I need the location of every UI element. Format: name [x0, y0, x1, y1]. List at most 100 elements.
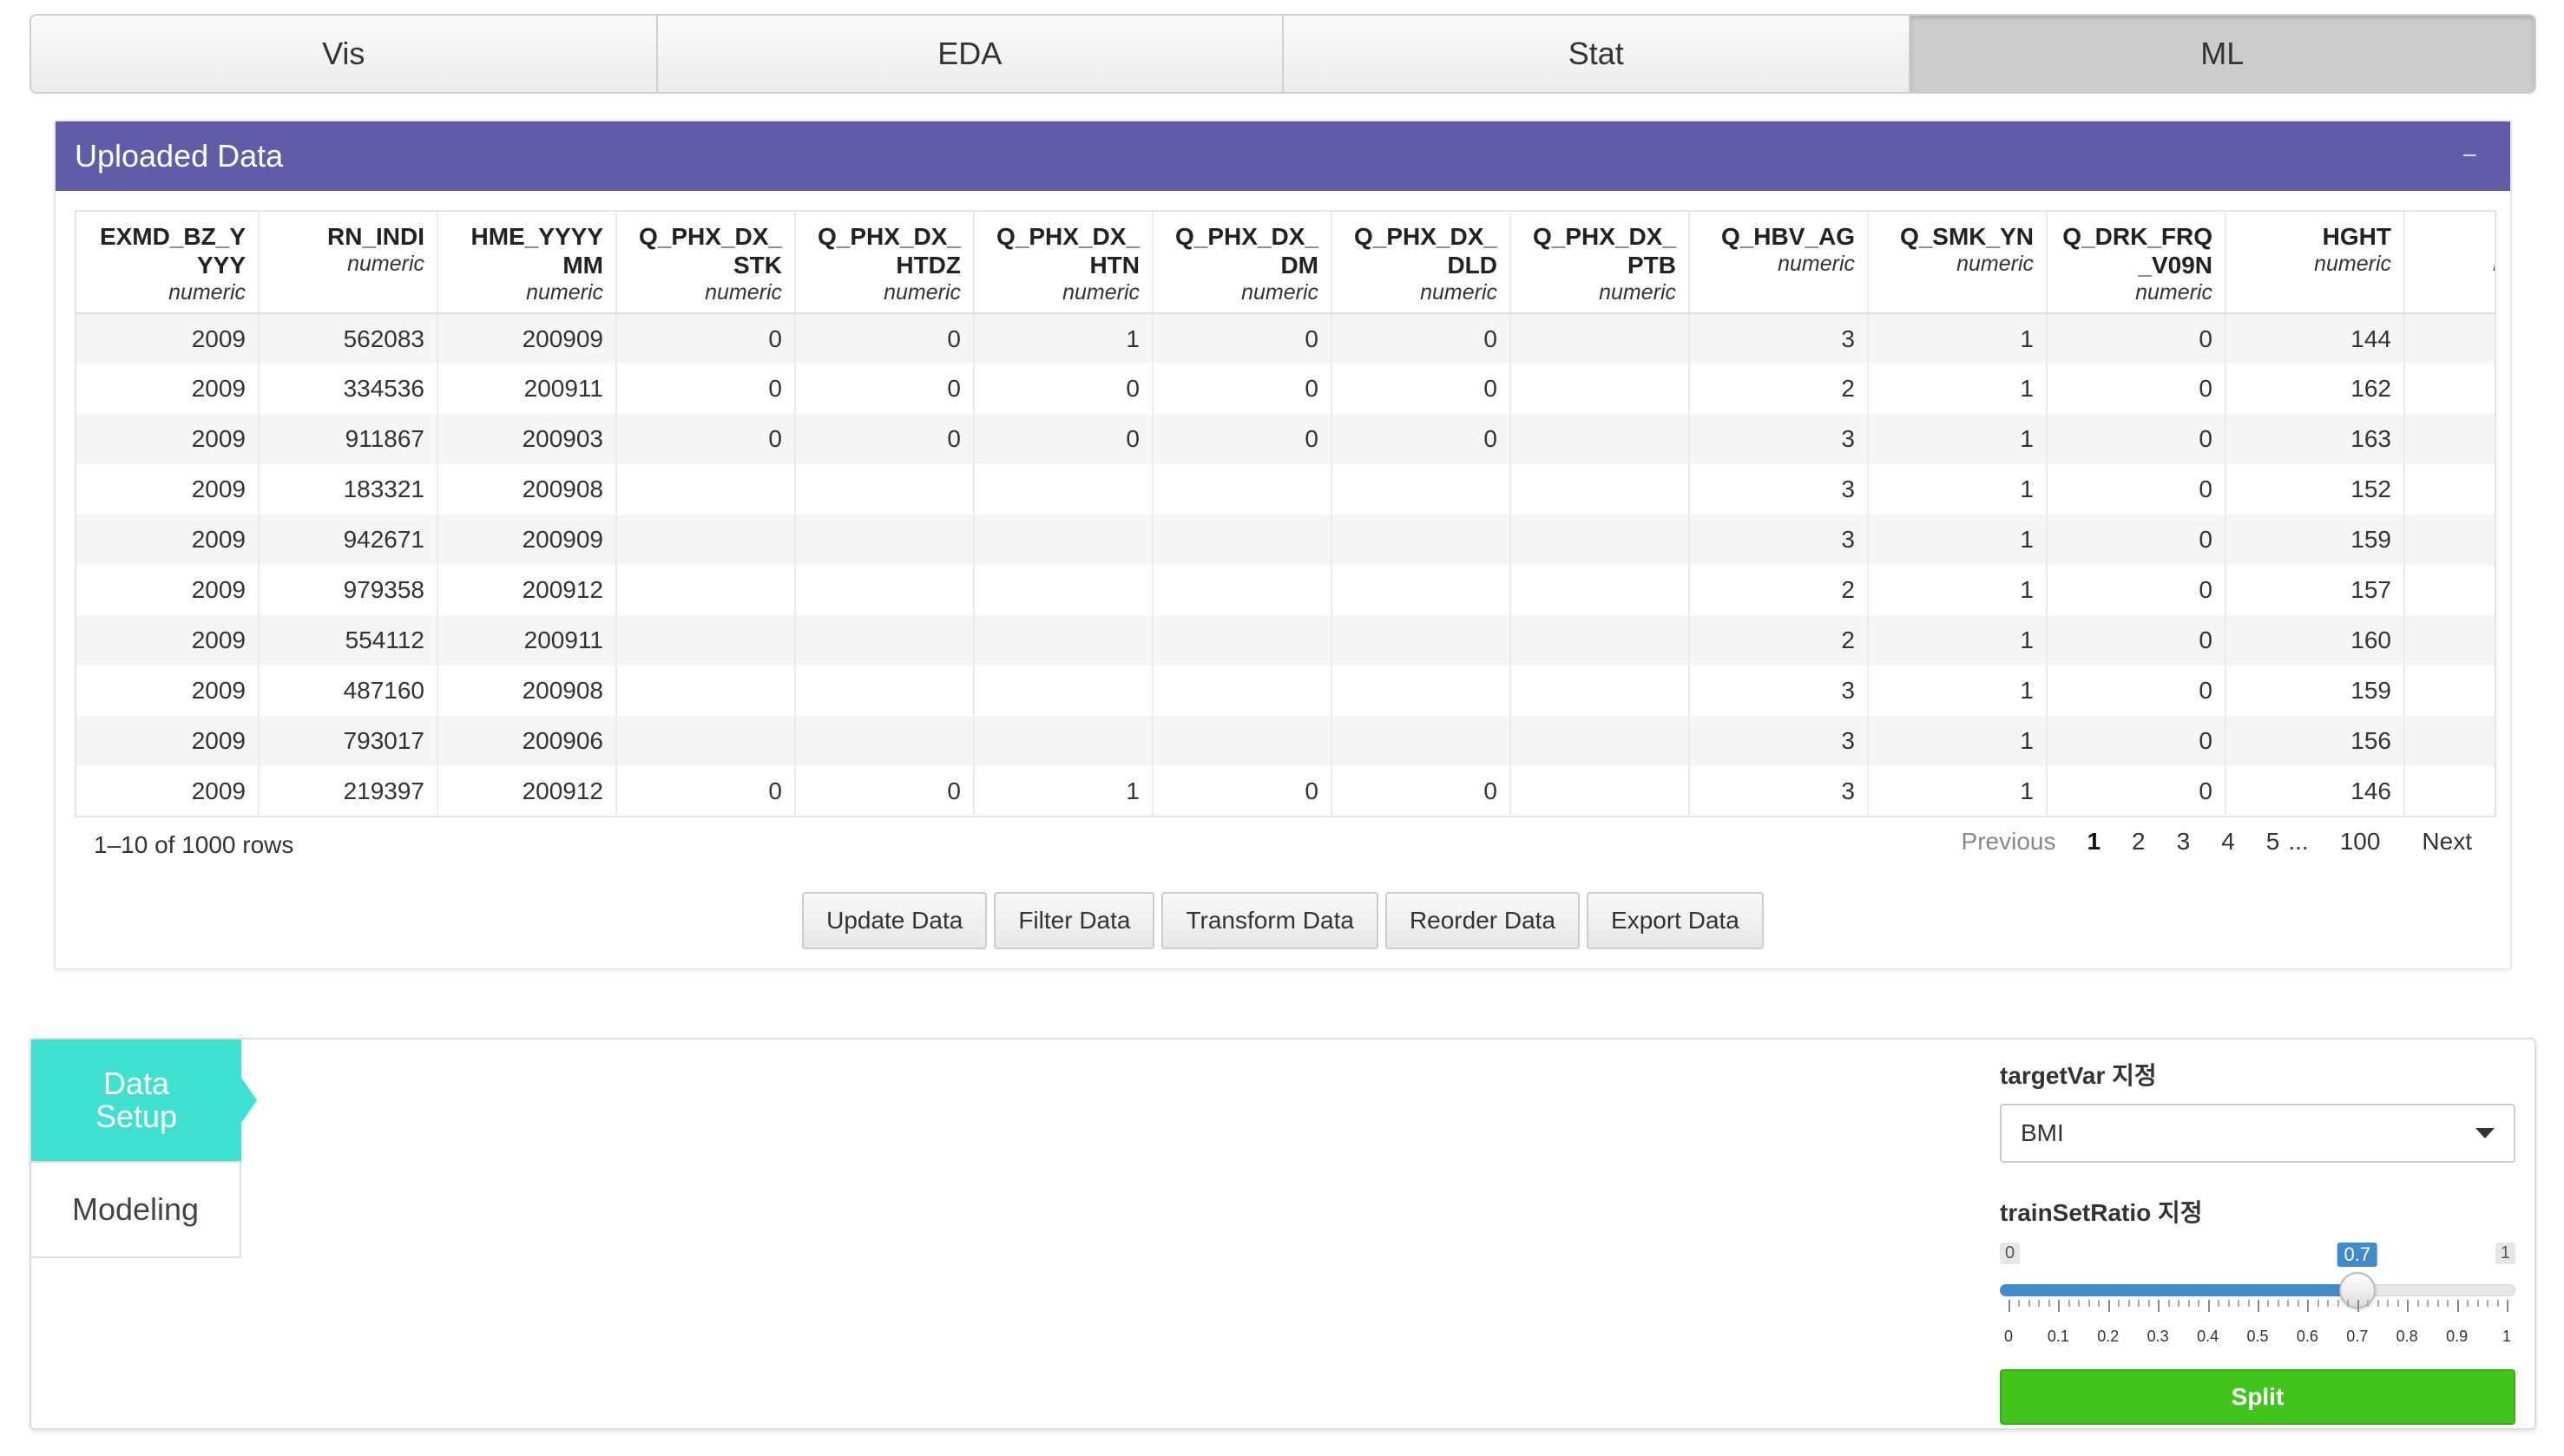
table-row[interactable]: 20093345362009110000021016251 — [76, 364, 2495, 414]
column-header-name: Q_PHX_DX_ — [1533, 223, 1676, 250]
table-cell: 65 — [2404, 414, 2495, 464]
column-header[interactable]: WGHTnumeric — [2404, 212, 2495, 314]
pagination-page[interactable]: 5 — [2266, 828, 2280, 856]
tab-ml[interactable]: ML — [1910, 16, 2534, 92]
column-header[interactable]: HGHT numeric — [2225, 212, 2405, 314]
column-header[interactable]: Q_PHX_DX_ HTDZ numeric — [795, 212, 975, 314]
column-header[interactable]: Q_SMK_YN numeric — [1868, 212, 2048, 314]
table-cell — [1510, 565, 1690, 615]
column-type: numeric — [1241, 280, 1318, 305]
column-header[interactable]: Q_PHX_DX_ PTB numeric — [1510, 212, 1690, 314]
column-header-name: HTDZ — [896, 252, 961, 279]
column-header[interactable]: Q_PHX_DX_ STK numeric — [616, 212, 796, 314]
table-cell: 200911 — [437, 364, 617, 414]
table-cell — [1510, 414, 1690, 464]
column-header[interactable]: RN_INDI numeric — [259, 212, 438, 314]
export-data-button[interactable]: Export Data — [1587, 892, 1764, 949]
column-header[interactable]: Q_DRK_FRQ _V09N numeric — [2047, 212, 2226, 314]
tab-vis[interactable]: Vis — [31, 16, 658, 92]
train-ratio-slider[interactable]: 0 1 0.7 0 0.1 0.2 0.3 0.4 0.5 0.6 0.7 0.8 0.9 1 — [2000, 1243, 2515, 1355]
pagination-page[interactable]: 3 — [2177, 828, 2191, 856]
column-header[interactable]: HME_YYYY MM numeric — [437, 212, 617, 314]
table-cell: 2009 — [76, 313, 260, 364]
pagination-page-last[interactable]: 100 — [2340, 828, 2381, 856]
table-cell — [616, 565, 796, 615]
table-cell: 160 — [2225, 615, 2405, 666]
table-cell: 61 — [2404, 313, 2495, 364]
slider-minor-tick — [2048, 1300, 2050, 1307]
table-row[interactable]: 2009487160200908 31015954 — [76, 666, 2495, 716]
table-cell: 200906 — [437, 716, 617, 766]
column-header-name: STK — [733, 252, 782, 279]
column-header[interactable]: Q_HBV_AG numeric — [1689, 212, 1869, 314]
table-cell — [1510, 666, 1690, 716]
slider-minor-tick — [2018, 1300, 2021, 1307]
column-header[interactable]: Q_PHX_DX_ HTN numeric — [974, 212, 1154, 314]
column-header-name: PTB — [1627, 252, 1676, 279]
table-cell: 54 — [2404, 666, 2495, 716]
pagination-page[interactable]: 1 — [2087, 828, 2101, 856]
target-var-value: BMI — [2021, 1119, 2064, 1146]
table-cell: 911867 — [259, 414, 438, 464]
rows-info: 1–10 of 1000 rows — [94, 831, 294, 858]
target-var-select[interactable]: BMI — [2000, 1104, 2515, 1163]
slider-tick — [2207, 1300, 2210, 1312]
slider-minor-tick — [2377, 1300, 2379, 1307]
side-tab-data-setup[interactable]: Data Setup — [31, 1040, 257, 1163]
table-row[interactable]: 20095620832009090010031014461 — [76, 313, 2495, 364]
table-cell — [616, 666, 796, 716]
slider-tick — [2258, 1300, 2259, 1312]
table-row[interactable]: 2009942671200909 31015950 — [76, 515, 2495, 565]
table-cell — [1153, 464, 1332, 515]
table-cell: 0 — [1153, 313, 1332, 364]
reorder-data-button[interactable]: Reorder Data — [1384, 892, 1581, 949]
pagination-page[interactable]: 2 — [2132, 828, 2146, 856]
pagination-next[interactable]: Next — [2422, 828, 2472, 856]
table-cell: 0 — [974, 364, 1154, 414]
table-cell — [795, 615, 975, 666]
column-header[interactable]: Q_PHX_DX_ DLD numeric — [1331, 212, 1511, 314]
slider-tick — [2008, 1300, 2010, 1312]
table-cell: 562083 — [259, 313, 438, 364]
table-cell — [974, 615, 1154, 666]
tab-stat[interactable]: Stat — [1284, 16, 1910, 92]
table-cell — [1510, 364, 1690, 414]
table-row[interactable]: 2009979358200912 21015755 — [76, 565, 2495, 615]
update-data-button[interactable]: Update Data — [802, 892, 988, 949]
table-cell — [616, 716, 796, 766]
slider-tick-label: 0 — [2003, 1328, 2014, 1345]
data-table-container[interactable]: EXMD_BZ_Y YYY numeric RN_INDI numeric HME_YYY… — [75, 210, 2496, 817]
table-cell: 146 — [2225, 766, 2405, 816]
table-cell — [1510, 716, 1690, 766]
minus-icon[interactable]: − — [2462, 141, 2491, 171]
table-row[interactable]: 20092193972009120010031014648 — [76, 766, 2495, 816]
pagination-previous[interactable]: Previous — [1962, 828, 2056, 856]
table-cell — [616, 515, 796, 565]
slider-tick — [2407, 1300, 2410, 1312]
slider-minor-tick — [2118, 1300, 2120, 1307]
pagination-ellipsis: ... — [2288, 828, 2309, 855]
column-header[interactable]: EXMD_BZ_Y YYY numeric — [76, 212, 260, 314]
table-cell: 1 — [1868, 666, 2048, 716]
column-header[interactable]: Q_PHX_DX_ DM numeric — [1153, 212, 1332, 314]
table-cell — [1510, 766, 1690, 816]
slider-value-label: 0.7 — [2337, 1243, 2378, 1267]
transform-data-button[interactable]: Transform Data — [1161, 892, 1378, 949]
split-button[interactable]: Split — [2000, 1369, 2515, 1425]
table-cell: 1 — [1868, 313, 2048, 364]
panel-header[interactable]: Uploaded Data − — [56, 121, 2510, 191]
table-cell: 2009 — [76, 414, 260, 464]
column-header-name: YYY — [196, 252, 246, 279]
tab-eda[interactable]: EDA — [657, 16, 1284, 92]
table-cell — [795, 716, 975, 766]
side-tab-modeling[interactable]: Modeling — [31, 1163, 241, 1258]
filter-data-button[interactable]: Filter Data — [994, 892, 1155, 949]
table-row[interactable]: 20099118672009030000031016365 — [76, 414, 2495, 464]
column-type: numeric — [2417, 251, 2495, 277]
table-row[interactable]: 2009793017200906 31015653 — [76, 716, 2495, 766]
table-row[interactable]: 2009183321200908 31015251 — [76, 464, 2495, 515]
table-cell — [1153, 565, 1332, 615]
pagination-page[interactable]: 4 — [2221, 828, 2235, 856]
table-row[interactable]: 2009554112200911 21016056 — [76, 615, 2495, 666]
column-type: numeric — [526, 280, 603, 305]
